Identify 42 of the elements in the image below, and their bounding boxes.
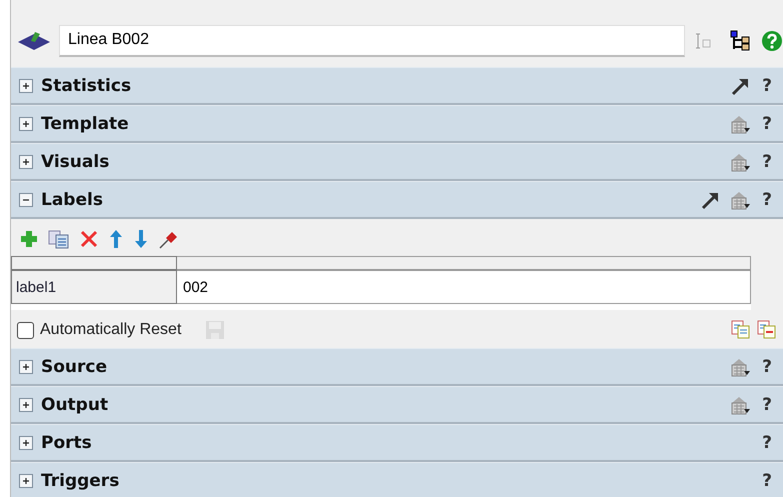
help-button[interactable]: ?	[759, 152, 775, 172]
up-arrow-icon[interactable]	[108, 229, 124, 249]
help-button[interactable]: ?	[759, 114, 775, 134]
table-options-icon[interactable]	[729, 394, 751, 414]
checkbox-label[interactable]: Automatically Reset	[40, 321, 182, 339]
checkbox[interactable]	[17, 322, 34, 338]
section-title: Labels	[41, 190, 103, 210]
table-options-icon[interactable]	[729, 356, 751, 376]
help-button[interactable]: ?	[759, 76, 775, 96]
table-options-icon[interactable]	[729, 114, 751, 134]
section-title: Template	[41, 114, 129, 134]
section-title: Source	[41, 356, 108, 376]
table-cell[interactable]: 002	[177, 270, 751, 304]
section-header[interactable]: Triggers ?	[11, 462, 783, 497]
help-button[interactable]: ?	[759, 470, 775, 490]
name-field[interactable]: Linea B002	[59, 24, 685, 56]
section-title: Triggers	[41, 470, 120, 490]
copy-icon[interactable]	[757, 320, 777, 340]
section-title: Statistics	[41, 76, 132, 96]
help-button[interactable]: ?	[759, 394, 775, 414]
section-header[interactable]: Source ?	[11, 348, 783, 386]
down-arrow-icon[interactable]	[133, 229, 149, 249]
help-button[interactable]: ?	[759, 356, 775, 376]
section-header[interactable]: Ports ?	[11, 424, 783, 462]
table-cell: label1	[11, 270, 177, 304]
copy-icon[interactable]	[731, 320, 751, 340]
close-icon[interactable]	[79, 229, 99, 249]
section-title: Output	[41, 394, 108, 414]
pin-icon[interactable]	[158, 229, 180, 249]
table-options-icon[interactable]	[729, 190, 751, 210]
help-icon[interactable]	[761, 30, 783, 52]
section-header[interactable]: Template ?	[11, 105, 783, 143]
section-header[interactable]: Statistics ?	[11, 67, 783, 105]
section-title: Ports	[41, 432, 92, 452]
section-header[interactable]: Labels ?	[11, 181, 783, 219]
table-options-icon[interactable]	[729, 152, 751, 172]
section-header[interactable]: Visuals ?	[11, 143, 783, 181]
copy-icon[interactable]	[48, 229, 70, 249]
section-title: Visuals	[41, 152, 110, 172]
help-button[interactable]: ?	[759, 190, 775, 210]
section-header[interactable]: Output ?	[11, 386, 783, 424]
help-button[interactable]: ?	[759, 432, 775, 452]
